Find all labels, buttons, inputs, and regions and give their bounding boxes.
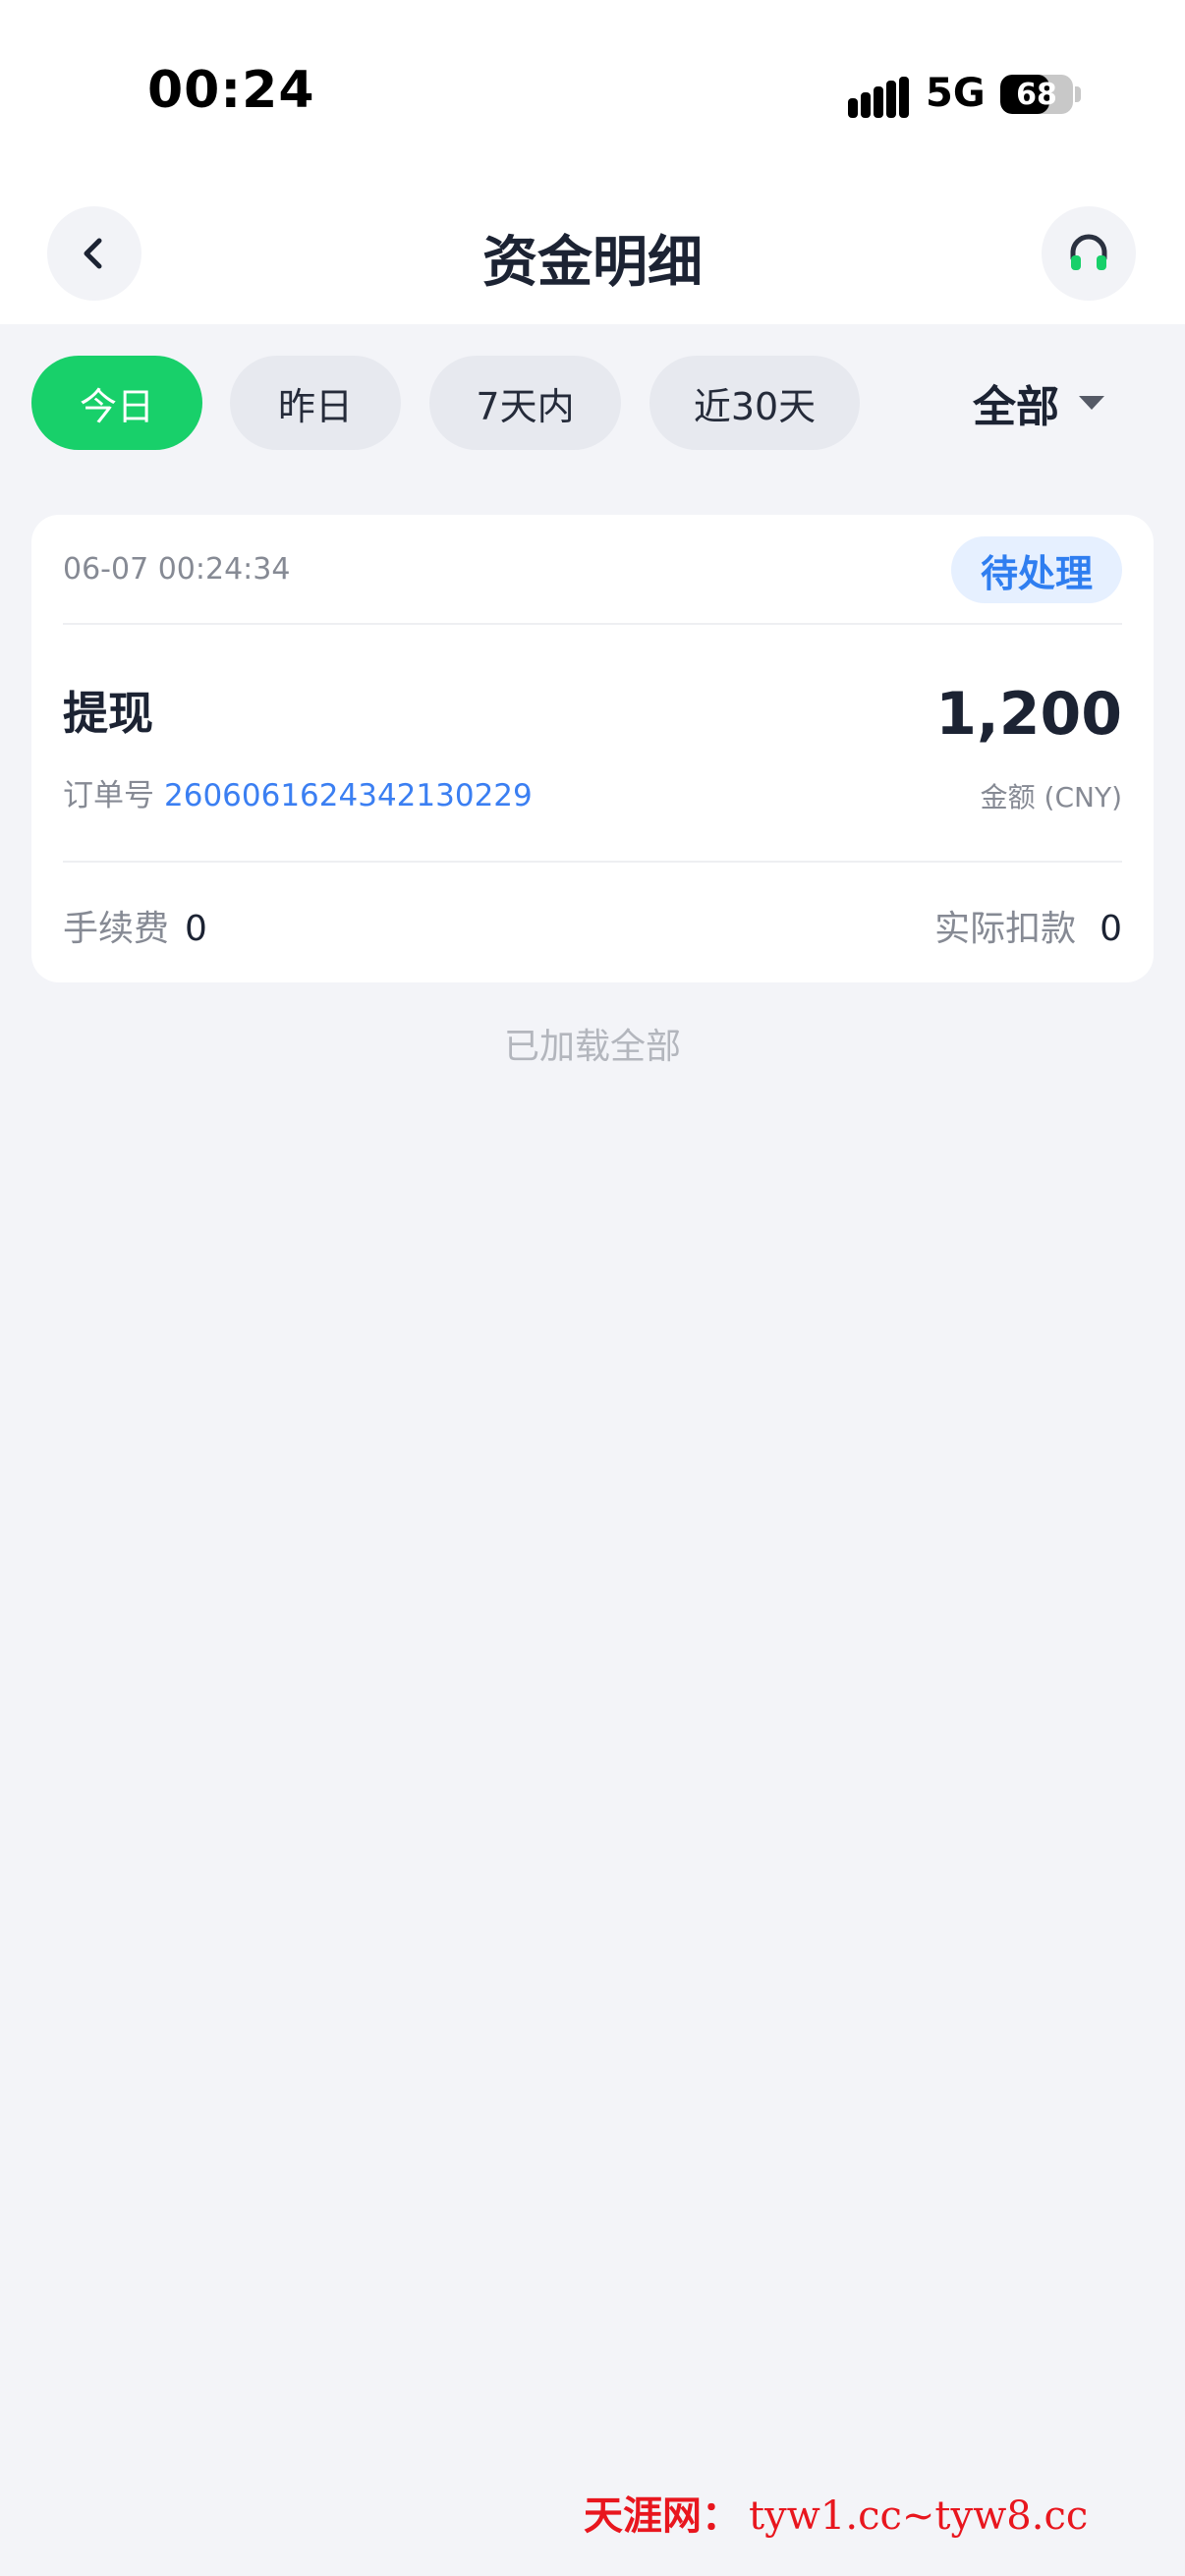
- page-title: 资金明细: [482, 231, 703, 295]
- status-time: 00:24: [147, 61, 315, 120]
- battery-percent: 68: [1016, 78, 1057, 112]
- divider: [63, 861, 1122, 863]
- divider: [63, 623, 1122, 625]
- all-loaded-text: 已加载全部: [503, 1027, 681, 1067]
- tab-30-days[interactable]: 近30天: [649, 356, 860, 450]
- deduct-row: 实际扣款 0: [934, 900, 1122, 951]
- watermark: 天涯网： tyw1.cc~tyw8.cc: [584, 2484, 1088, 2541]
- tab-7-days[interactable]: 7天内: [429, 356, 621, 450]
- headset-icon: [1070, 234, 1107, 270]
- signal-icon: [848, 77, 909, 118]
- watermark-urls: tyw1.cc~tyw8.cc: [749, 2493, 1089, 2539]
- network-type: 5G: [926, 71, 986, 116]
- customer-service-button[interactable]: [1042, 206, 1136, 301]
- top-bar: 00:24 5G 68 资金明细: [0, 0, 1185, 324]
- tab-yesterday[interactable]: 昨日: [230, 356, 401, 450]
- fee-value: 0: [185, 909, 207, 949]
- record-type: 提现: [63, 687, 153, 740]
- order-label: 订单号: [63, 778, 154, 813]
- order-number[interactable]: 2606061624342130229: [164, 778, 533, 813]
- fee-row: 手续费 0: [63, 900, 207, 951]
- fee-label: 手续费: [63, 909, 170, 949]
- deduct-value: 0: [1100, 909, 1122, 949]
- filter-label: 全部: [973, 382, 1059, 432]
- watermark-brand: 天涯网：: [584, 2492, 741, 2539]
- order-number-row: 订单号 2606061624342130229: [63, 770, 533, 814]
- battery-icon: 68: [1000, 75, 1073, 114]
- status-badge: 待处理: [951, 536, 1122, 603]
- date-tabs: 今日 昨日 7天内 近30天 全部: [0, 356, 1185, 450]
- amount-label: 金额 (CNY): [980, 781, 1122, 813]
- tab-today[interactable]: 今日: [31, 356, 202, 450]
- record-datetime: 06-07 00:24:34: [63, 552, 291, 587]
- record-amount: 1,200: [935, 680, 1122, 749]
- transaction-card[interactable]: 06-07 00:24:34 待处理 提现 1,200 订单号 260606162…: [31, 515, 1154, 982]
- deduct-label: 实际扣款: [934, 909, 1077, 949]
- battery-tip: [1075, 86, 1081, 102]
- type-filter-dropdown[interactable]: 全部: [973, 356, 1104, 450]
- caret-down-icon: [1079, 396, 1104, 410]
